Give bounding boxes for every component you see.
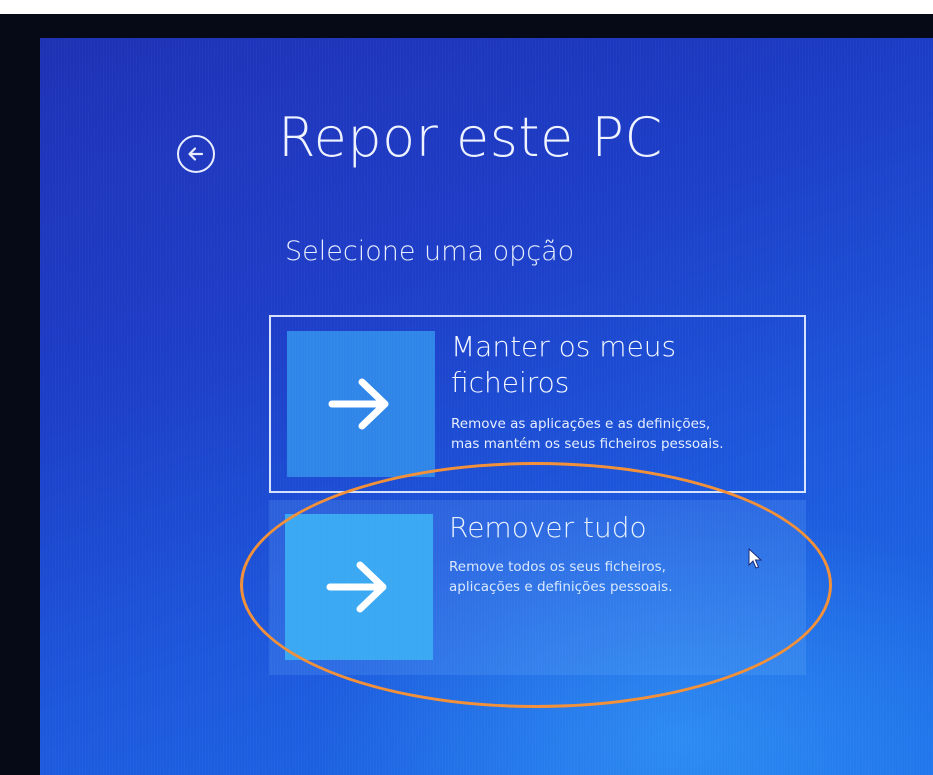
photo: Repor este PC Selecione uma opção Manter… <box>0 0 933 775</box>
option-description-line: aplicações e definições pessoais. <box>449 579 673 595</box>
option-tile <box>285 514 433 660</box>
right-arrow-icon <box>326 561 387 613</box>
option-title: Remover tudo <box>449 511 647 544</box>
page-title: Repor este PC <box>278 106 663 169</box>
mouse-pointer-icon <box>748 548 762 569</box>
option-description-line: Remove as aplicações e as definições, <box>451 416 711 432</box>
back-arrow-icon <box>188 147 204 161</box>
option-tile <box>287 331 435 477</box>
option-title: Manter os meus ficheiros <box>451 330 677 399</box>
recovery-screen: Repor este PC Selecione uma opção Manter… <box>40 38 933 775</box>
page-subtitle: Selecione uma opção <box>285 236 575 267</box>
option-description-line: mas mantém os seus ficheiros pessoais. <box>451 436 724 452</box>
option-description: Remove as aplicações e as definições, ma… <box>451 414 724 454</box>
back-button[interactable] <box>177 135 215 173</box>
option-description: Remove todos os seus ficheiros, aplicaçõ… <box>449 557 673 597</box>
option-keep-files[interactable]: Manter os meus ficheiros Remove as aplic… <box>269 315 806 493</box>
option-remove-everything[interactable]: Remover tudo Remove todos os seus fichei… <box>269 500 806 675</box>
option-description-line: Remove todos os seus ficheiros, <box>449 559 666 575</box>
right-arrow-icon <box>328 378 389 430</box>
